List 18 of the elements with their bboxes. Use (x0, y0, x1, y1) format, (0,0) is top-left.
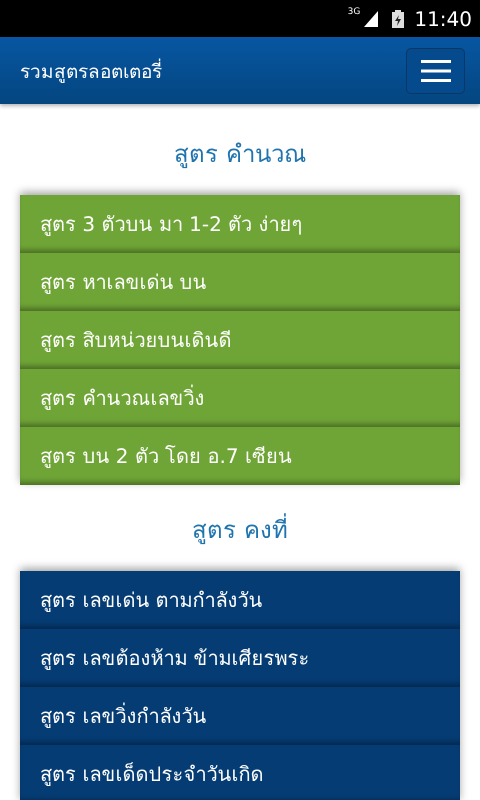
formula-item[interactable]: สูตร หาเลขเด่น บน (20, 253, 460, 311)
section-heading: สูตร คำนวณ (173, 139, 307, 170)
app-title: รวมสูตรลอตเตอรี่ (20, 58, 162, 85)
formula-item[interactable]: สูตร เลขต้องห้าม ข้ามเศียรพระ (20, 629, 460, 687)
formula-item[interactable]: สูตร บน 2 ตัว โดย อ.7 เซียน (20, 427, 460, 485)
menu-button[interactable] (406, 48, 465, 94)
signal-icon (364, 10, 378, 26)
formula-item[interactable]: สูตร เลขเด่น ตามกำลังวัน (20, 571, 460, 629)
menu-icon (420, 60, 450, 82)
formula-item[interactable]: สูตร 3 ตัวบน มา 1-2 ตัว ง่ายๆ (20, 195, 460, 253)
formula-item[interactable]: สูตร คำนวณเลขวิ่ง (20, 369, 460, 427)
section-heading: สูตร คงที่ (20, 485, 460, 571)
network-label: 3G (348, 7, 360, 17)
battery-icon (392, 10, 404, 28)
formula-item[interactable]: สูตร สิบหน่วยบนเดินดี (20, 311, 460, 369)
clock-time: 11:40 (414, 6, 472, 30)
formula-item[interactable]: สูตร เลขวิ่งกำลังวัน (20, 687, 460, 745)
formula-item[interactable]: สูตร เลขเด็ดประจำวันเกิด (20, 745, 460, 800)
